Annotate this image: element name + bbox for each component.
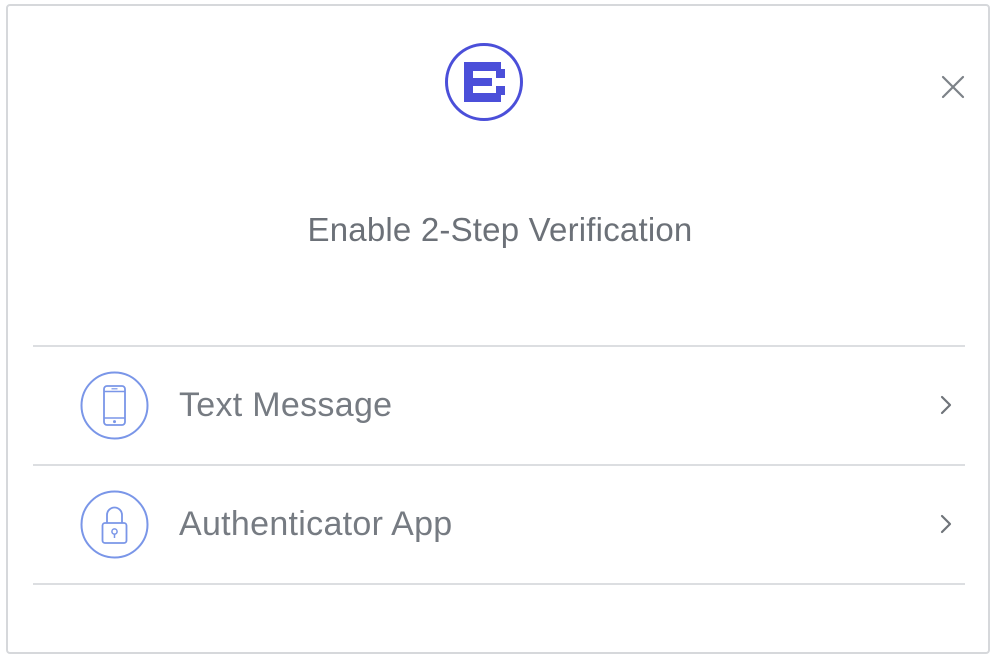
brand-logo-icon [445,43,523,121]
smartphone-icon [80,371,149,440]
option-authenticator-app[interactable]: Authenticator App [33,466,965,585]
option-label-authenticator-app: Authenticator App [179,505,453,543]
verification-options-list: Text Message Authenticator App [33,345,965,585]
chevron-right-icon [940,514,952,534]
lock-icon [80,490,149,559]
chevron-right-icon [940,395,952,415]
option-label-text-message: Text Message [179,386,393,424]
option-text-message[interactable]: Text Message [33,347,965,466]
close-icon[interactable] [936,70,970,104]
verification-dialog: Enable 2-Step Verification Text Message [6,4,990,654]
dialog-title: Enable 2-Step Verification [307,211,693,248]
